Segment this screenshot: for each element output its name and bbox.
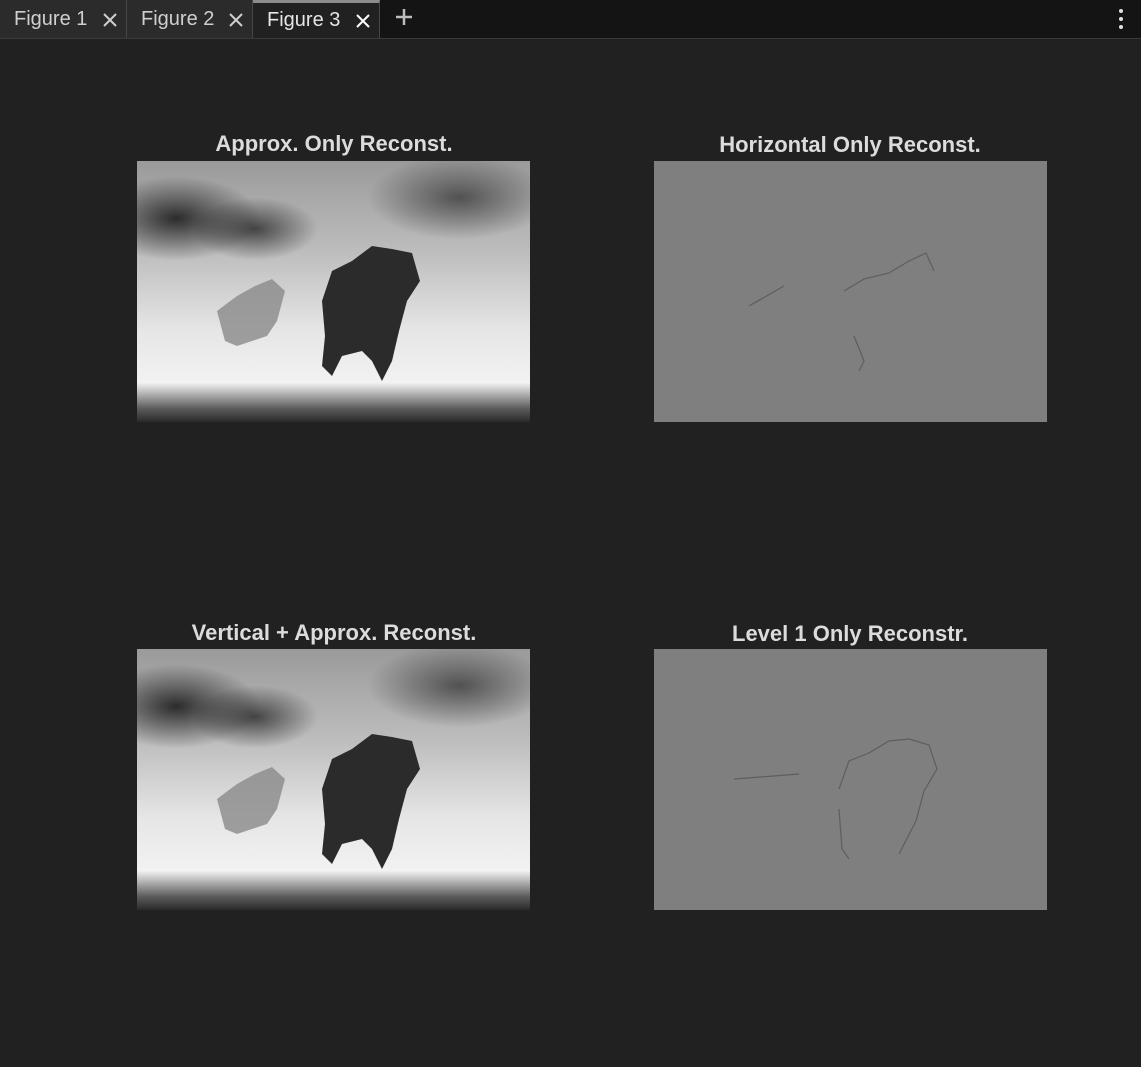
panel-title-horizontal: Horizontal Only Reconst. [719, 132, 981, 157]
image-approx-reconstruction [137, 161, 530, 422]
tab-figure-3[interactable]: Figure 3 [253, 0, 380, 38]
tab-figure-1[interactable]: Figure 1 [0, 0, 127, 38]
close-icon[interactable] [355, 13, 371, 29]
kebab-menu-icon[interactable] [1116, 8, 1126, 30]
plus-icon[interactable] [394, 7, 414, 27]
edge-traces [733, 738, 938, 860]
image-level1-reconstruction [654, 649, 1047, 910]
figure-tab-bar: Figure 1 Figure 2 Figure 3 [0, 0, 1141, 39]
panel-title-approx: Approx. Only Reconst. [215, 131, 453, 156]
image-horizontal-reconstruction [654, 161, 1047, 422]
image-vertical-approx-reconstruction [137, 649, 530, 910]
close-icon[interactable] [102, 12, 118, 28]
tab-label: Figure 1 [14, 7, 88, 30]
panel-title-level1: Level 1 Only Reconstr. [732, 621, 968, 646]
tab-label: Figure 2 [141, 7, 215, 30]
horse-silhouettes [217, 734, 420, 869]
horse-silhouettes [217, 246, 420, 381]
panel-title-vertical-approx: Vertical + Approx. Reconst. [191, 620, 477, 645]
edge-traces [748, 252, 935, 372]
tab-label: Figure 3 [267, 9, 341, 31]
tab-figure-2[interactable]: Figure 2 [127, 0, 253, 38]
close-icon[interactable] [228, 12, 244, 28]
